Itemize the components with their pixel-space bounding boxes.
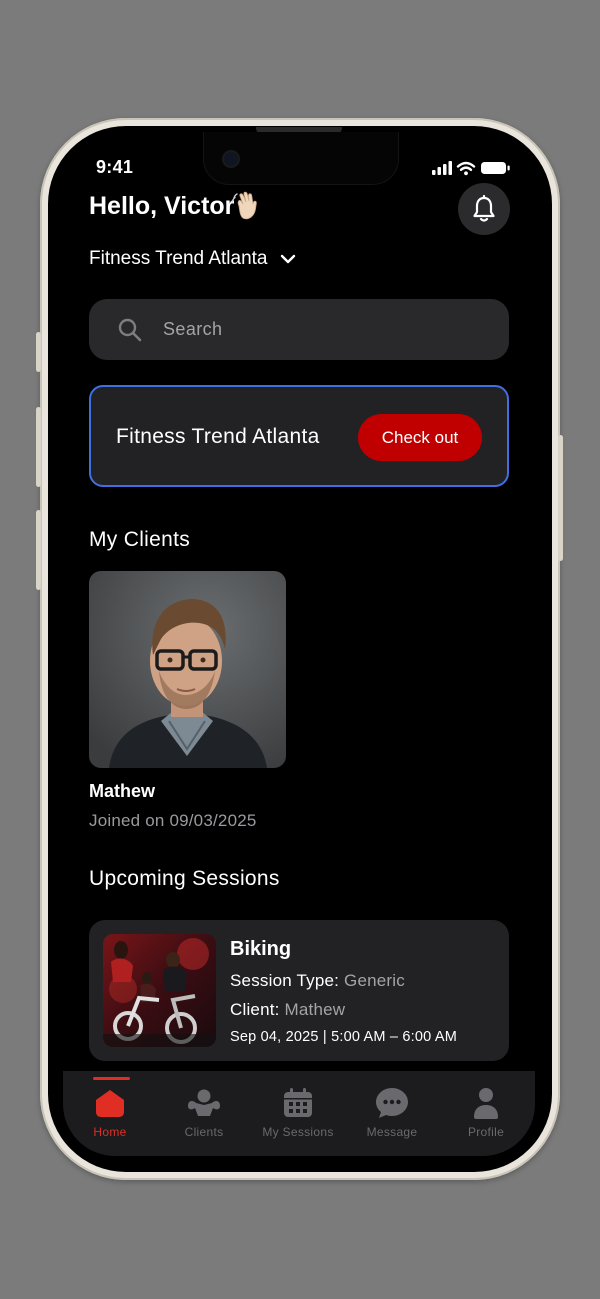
session-client-label: Client: [230, 1000, 280, 1019]
tab-my-sessions-label: My Sessions [262, 1125, 334, 1139]
status-icons [432, 160, 512, 176]
client-avatar[interactable] [89, 571, 286, 768]
cycling-class-image [103, 934, 216, 1047]
front-camera [222, 150, 240, 168]
search-input[interactable] [163, 299, 483, 360]
greeting-text: Hello, Victor [89, 192, 235, 220]
location-selector[interactable]: Fitness Trend Atlanta [89, 248, 296, 270]
location-label: Fitness Trend Atlanta [89, 248, 268, 269]
message-icon [375, 1086, 409, 1120]
tab-message-label: Message [366, 1125, 418, 1139]
session-type-value: Generic [344, 971, 405, 990]
tab-profile[interactable]: Profile [439, 1071, 533, 1156]
tab-home[interactable]: Home [63, 1071, 157, 1156]
tab-home-label: Home [93, 1125, 127, 1139]
calendar-icon [282, 1086, 314, 1120]
session-title: Biking [230, 938, 292, 960]
session-client-row: Client: Mathew [230, 1000, 345, 1020]
client-name: Mathew [89, 781, 156, 801]
session-card[interactable]: Biking Session Type: Generic Client: Mat… [89, 920, 509, 1061]
volume-down-button [36, 510, 41, 590]
search-bar[interactable] [89, 299, 509, 360]
power-button [558, 435, 563, 561]
checkin-card: Fitness Trend Atlanta Check out [89, 385, 509, 487]
active-tab-indicator [93, 1077, 130, 1080]
tab-profile-label: Profile [467, 1125, 505, 1139]
client-portrait-image [89, 571, 286, 768]
tab-clients[interactable]: Clients [157, 1071, 251, 1156]
chevron-down-icon [280, 254, 295, 264]
client-joined-date: Joined on 09/03/2025 [89, 811, 257, 830]
gym-name: Fitness Trend Atlanta [116, 425, 320, 448]
session-thumbnail [103, 934, 216, 1047]
clients-icon [185, 1086, 223, 1120]
notifications-button[interactable] [458, 183, 510, 235]
session-type-row: Session Type: Generic [230, 971, 405, 991]
session-client-value: Mathew [284, 1000, 346, 1019]
tab-message[interactable]: Message [345, 1071, 439, 1156]
session-datetime: Sep 04, 2025 | 5:00 AM – 6:00 AM [230, 1029, 458, 1045]
bottom-tab-bar: Home Clients My Sessions Message Profile [63, 1071, 535, 1156]
home-icon [94, 1086, 126, 1120]
check-out-button[interactable]: Check out [358, 414, 482, 461]
tab-clients-label: Clients [184, 1125, 224, 1139]
profile-icon [472, 1086, 500, 1120]
upcoming-sessions-heading: Upcoming Sessions [89, 867, 280, 890]
status-time: 9:41 [96, 157, 134, 177]
tab-my-sessions[interactable]: My Sessions [251, 1071, 345, 1156]
bell-icon [473, 195, 495, 222]
action-button [36, 332, 41, 372]
search-icon [118, 318, 142, 342]
volume-up-button [36, 407, 41, 487]
my-clients-heading: My Clients [89, 528, 191, 551]
session-type-label: Session Type: [230, 971, 340, 990]
signal-wifi-battery-icon [432, 161, 510, 176]
waving-hand-icon [230, 190, 262, 227]
